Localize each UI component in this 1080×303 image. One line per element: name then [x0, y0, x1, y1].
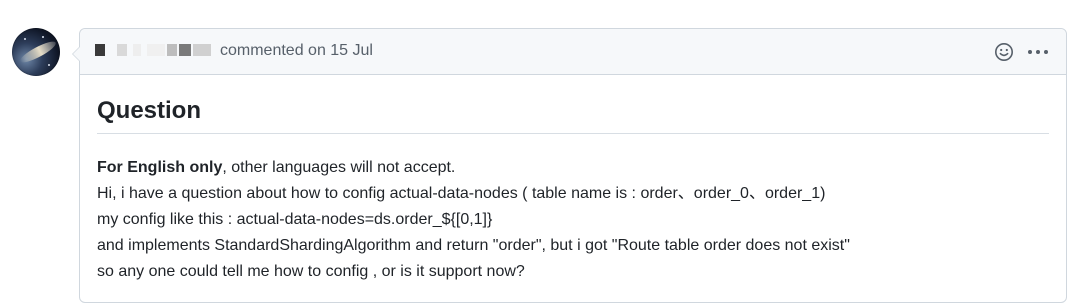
comment-actions: [992, 39, 1050, 65]
avatar-galaxy-streak: [17, 38, 59, 66]
avatar-star: [48, 64, 50, 66]
bold-lead: For English only: [97, 159, 223, 176]
comment-paragraph: For English only, other languages will n…: [97, 155, 1049, 285]
comment-body: Question For English only, other languag…: [80, 75, 1066, 285]
body-line: and implements StandardShardingAlgorithm…: [97, 237, 850, 254]
avatar-star: [24, 38, 26, 40]
lead-rest: , other languages will not accept.: [222, 159, 456, 176]
body-line: so any one could tell me how to config ,…: [97, 263, 525, 280]
smiley-icon[interactable]: [992, 40, 1016, 64]
body-line: Hi, i have a question about how to confi…: [97, 185, 826, 202]
avatar[interactable]: [12, 28, 60, 76]
kebab-horizontal-icon[interactable]: [1026, 40, 1050, 64]
comment-caret-inner: [73, 47, 80, 61]
comment-header: commented on 15 Jul: [80, 29, 1066, 75]
avatar-star: [42, 36, 44, 38]
comment-timestamp[interactable]: commented on 15 Jul: [220, 42, 373, 60]
body-line: For English only, other languages will n…: [97, 155, 1049, 181]
comment-box: commented on 15 Jul Question For English…: [72, 28, 1067, 303]
author-name-redacted[interactable]: [95, 44, 215, 56]
body-line: my config like this : actual-data-nodes=…: [97, 211, 493, 228]
comment-heading: Question: [97, 75, 1049, 134]
